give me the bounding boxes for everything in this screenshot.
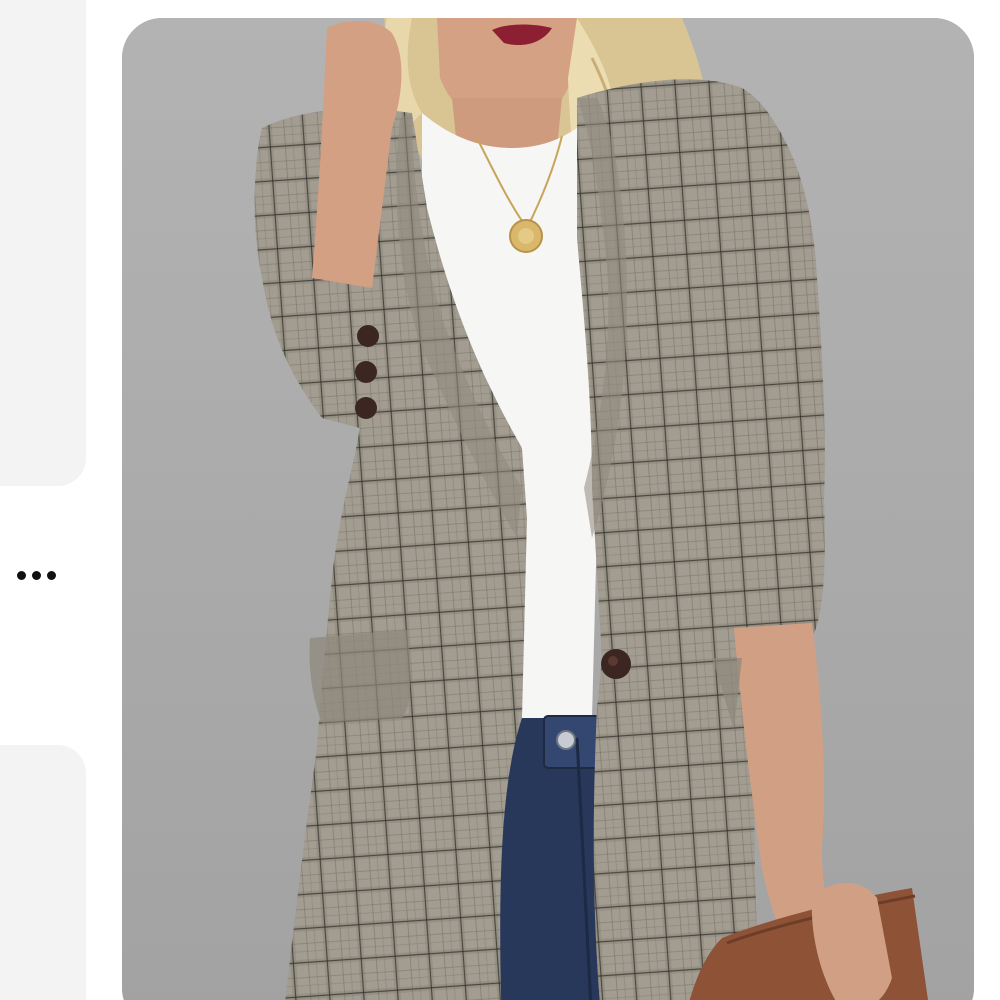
- more-horizontal-icon-dot: [31, 570, 41, 580]
- previous-item-card[interactable]: [0, 0, 86, 486]
- more-options-button[interactable]: [4, 560, 68, 590]
- screen: [0, 0, 1000, 1000]
- next-item-card[interactable]: [0, 745, 86, 1000]
- product-image-card[interactable]: [122, 18, 974, 1000]
- product-photo: [122, 18, 974, 1000]
- more-horizontal-icon-dot: [46, 570, 56, 580]
- more-horizontal-icon-dot: [16, 570, 26, 580]
